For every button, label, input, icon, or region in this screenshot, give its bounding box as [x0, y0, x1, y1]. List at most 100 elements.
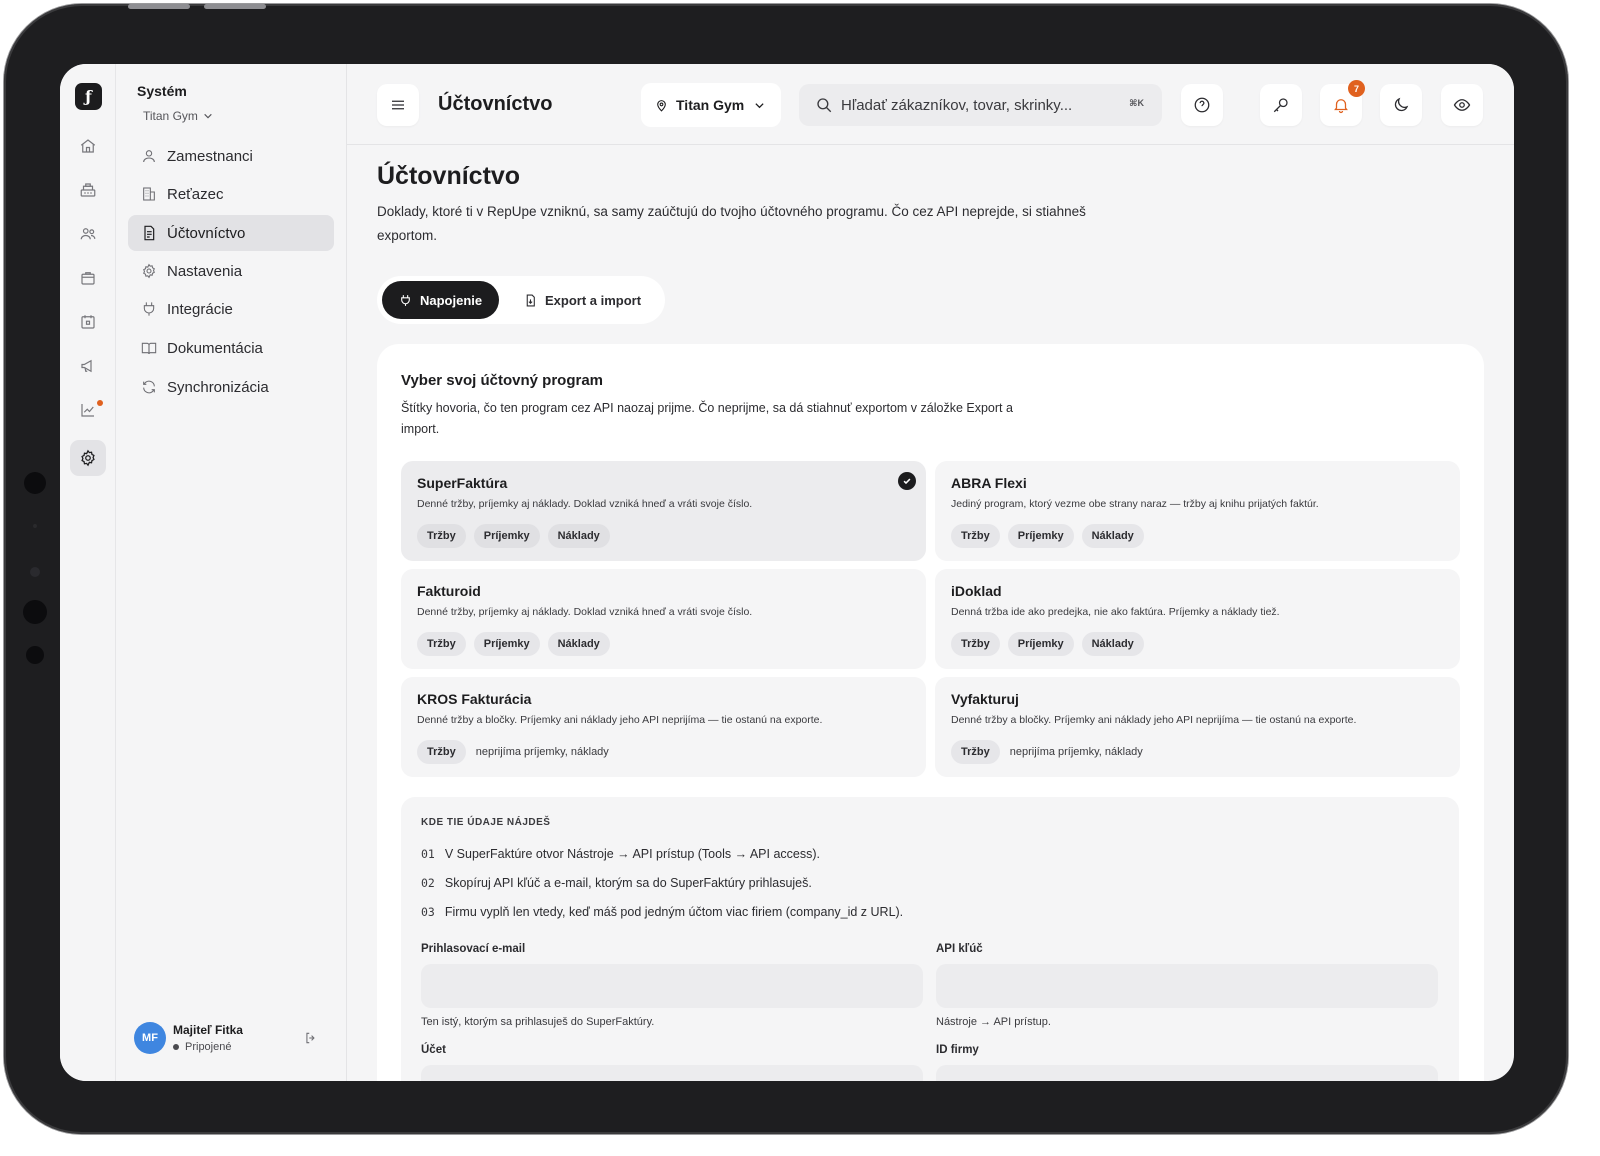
visibility-button[interactable] [1441, 84, 1483, 126]
file-export-icon [526, 294, 535, 306]
program-card-abra-flexi[interactable]: ABRA Flexi Jediný program, ktorý vezme o… [935, 461, 1460, 561]
company-id-field[interactable] [936, 1065, 1438, 1081]
tab-napojenie[interactable]: Napojenie [382, 281, 500, 319]
app-screen: ƒ Systém Titan Gym Zamestnanci Reťazec Ú… [60, 64, 1514, 1081]
api-key-hint: Nástroje → API prístup. [936, 1016, 1051, 1028]
program-card-kros-fakturacia[interactable]: KROS Fakturácia Denné tržby a bločky. Pr… [401, 677, 926, 777]
notifications-button[interactable]: 7 [1320, 80, 1365, 126]
key-button[interactable] [1260, 84, 1302, 126]
plug-icon [401, 294, 410, 306]
sensor-icon [30, 567, 40, 577]
email-hint: Ten istý, ktorým sa prihlasuješ do Super… [421, 1016, 655, 1028]
logout-icon[interactable] [304, 1031, 318, 1045]
sidebar-item-retazec[interactable]: Reťazec [128, 176, 334, 212]
tag: Tržby [417, 632, 466, 656]
chart-line-icon[interactable] [70, 392, 106, 428]
tag: Tržby [417, 740, 466, 764]
topbar-title: Účtovníctvo [438, 93, 553, 115]
calendar-icon[interactable] [70, 304, 106, 340]
chevron-down-icon [204, 113, 212, 119]
app-logo[interactable]: ƒ [75, 83, 102, 110]
tab-label: Export a import [545, 292, 642, 308]
help-step: 02 Skopíruj API kľúč a e-mail, ktorým sa… [421, 876, 812, 890]
sidebar-item-label: Dokumentácia [167, 339, 263, 357]
home-icon[interactable] [70, 128, 106, 164]
program-name: iDoklad [951, 583, 1002, 599]
tag: Tržby [417, 524, 466, 548]
program-name: KROS Fakturácia [417, 691, 532, 707]
search-bar[interactable]: ⌘K [799, 84, 1162, 126]
org-switcher[interactable]: Titan Gym [143, 109, 213, 123]
page-description: Doklady, ktoré ti v RepUpe vzniknú, sa s… [377, 204, 1086, 243]
tab-export-import[interactable]: Export a import [507, 281, 658, 319]
step-number: 03 [421, 905, 435, 919]
tag: Príjemky [1007, 632, 1074, 656]
cash-register-icon[interactable] [70, 172, 106, 208]
account-field[interactable] [421, 1065, 923, 1081]
sidebar-item-integracie[interactable]: Integrácie [128, 291, 334, 327]
credentials-section: KDE TIE ÚDAJE NÁJDEŠ 01 V SuperFaktúre o… [401, 797, 1459, 1081]
store-icon[interactable] [70, 260, 106, 296]
check-icon [898, 472, 916, 490]
camera-icon [23, 600, 47, 624]
help-step: 01 V SuperFaktúre otvor Nástroje → API p… [421, 847, 820, 861]
menu-button[interactable] [377, 84, 419, 126]
key-icon [1273, 98, 1288, 113]
help-icon [1194, 97, 1210, 113]
api-key-field[interactable] [936, 964, 1438, 1008]
tablet-frame: ƒ Systém Titan Gym Zamestnanci Reťazec Ú… [4, 4, 1568, 1134]
step-number: 02 [421, 876, 435, 890]
panel-title: Vyber svoj účtovný program [401, 372, 604, 389]
program-tags: Tržby Príjemky Náklady [951, 632, 1144, 656]
gear-icon[interactable] [70, 440, 106, 476]
help-step: 03 Firmu vyplň len vtedy, keď máš pod je… [421, 905, 903, 919]
user-profile[interactable]: MF Majiteľ Fitka Pripojené [134, 1021, 334, 1057]
program-card-vyfakturuj[interactable]: Vyfakturuj Denné tržby a bločky. Príjemk… [935, 677, 1460, 777]
camera-icon [24, 472, 46, 494]
building-icon [143, 187, 155, 201]
program-description: Denné tržby, príjemky aj náklady. Doklad… [417, 498, 753, 510]
program-card-idoklad[interactable]: iDoklad Denná tržba ide ako predejka, ni… [935, 569, 1460, 669]
company-id-label: ID firmy [936, 1044, 979, 1056]
program-card-superfaktura[interactable]: SuperFaktúra Denné tržby, príjemky aj ná… [401, 461, 926, 561]
plug-icon [143, 302, 155, 316]
org-name: Titan Gym [143, 109, 198, 123]
sidebar-item-synchronizacia[interactable]: Synchronizácia [128, 369, 334, 405]
sidebar-item-label: Nastavenia [167, 262, 243, 280]
sidebar-item-label: Reťazec [167, 185, 224, 203]
step-text: Firmu vyplň len vtedy, keď máš pod jedný… [444, 905, 904, 919]
email-field[interactable] [421, 964, 923, 1008]
program-name: Fakturoid [417, 583, 481, 599]
eye-icon [1453, 99, 1471, 111]
user-status-label: Pripojené [185, 1041, 232, 1053]
megaphone-icon[interactable] [70, 348, 106, 384]
sidebar-item-zamestnanci[interactable]: Zamestnanci [128, 138, 334, 174]
account-label: Účet [421, 1044, 446, 1056]
moon-icon [1394, 97, 1409, 112]
program-name: Vyfakturuj [951, 691, 1019, 707]
bell-icon [1334, 99, 1348, 114]
volume-button [204, 4, 266, 9]
sidebar-item-uctovnictvo[interactable]: Účtovníctvo [128, 215, 334, 251]
sidebar-item-dokumentacia[interactable]: Dokumentácia [128, 330, 334, 366]
theme-toggle-button[interactable] [1380, 84, 1422, 126]
sensor-icon [33, 524, 37, 528]
chevron-down-icon [755, 102, 764, 108]
step-text: Skopíruj API kľúč a e-mail, ktorým sa do… [444, 876, 812, 890]
document-icon [144, 225, 155, 241]
sidebar-item-label: Synchronizácia [167, 378, 269, 396]
tag-note: neprijíma príjemky, náklady [1009, 746, 1143, 758]
sidebar-title: Systém [137, 83, 187, 99]
sidebar-item-nastavenia[interactable]: Nastavenia [128, 253, 334, 289]
users-icon[interactable] [70, 216, 106, 252]
search-input[interactable] [841, 96, 1111, 114]
location-selector[interactable]: Titan Gym [641, 83, 781, 127]
sensor-icon [26, 646, 44, 664]
step-number: 01 [421, 847, 435, 861]
tag: Tržby [951, 524, 1000, 548]
map-pin-icon [657, 99, 666, 112]
user-icon [143, 150, 155, 163]
program-card-fakturoid[interactable]: Fakturoid Denné tržby, príjemky aj nákla… [401, 569, 926, 669]
tag: Príjemky [473, 524, 540, 548]
help-button[interactable] [1181, 84, 1223, 126]
